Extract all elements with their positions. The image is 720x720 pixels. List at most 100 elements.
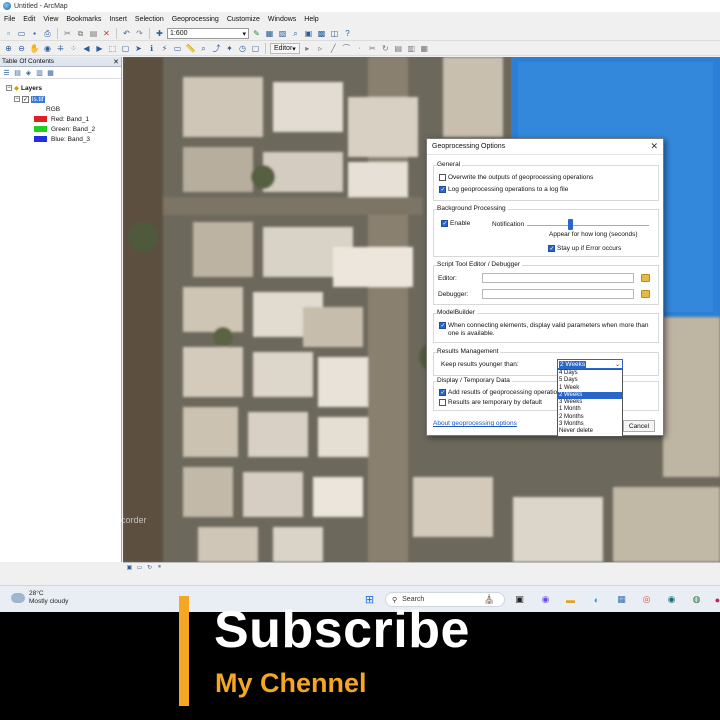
dropdown-option[interactable]: 5 Days [558,377,622,384]
editor-input[interactable] [482,273,634,283]
about-geoprocessing-link[interactable]: About geoprocessing options [433,420,517,427]
edit-annotation-icon[interactable]: ▹ [315,43,326,54]
arctoolbox-icon[interactable]: ▣ [303,28,314,39]
data-view-icon[interactable]: ▣ [126,564,133,571]
fixed-zoom-out-icon[interactable]: ⁘ [68,43,79,54]
dropdown-option[interactable]: 3 Weeks [558,399,622,406]
full-extent-icon[interactable]: ◉ [42,43,53,54]
layer-row[interactable]: − ✓ ls.tif [14,94,45,104]
identify-icon[interactable]: ℹ [146,43,157,54]
catalog-icon[interactable]: ▧ [277,28,288,39]
dropdown-option-selected[interactable]: 2 Weeks [558,391,622,400]
notification-slider-thumb[interactable] [568,219,573,230]
html-popup-icon[interactable]: ▭ [172,43,183,54]
menu-insert[interactable]: Insert [105,16,131,23]
cancel-button[interactable]: Cancel [623,420,655,432]
modelbuilder-checkbox[interactable] [439,322,446,329]
hyperlink-icon[interactable]: ⚡ [159,43,170,54]
map-scale-combo[interactable]: 1:600 ▾ [167,28,249,39]
list-by-selection-icon[interactable]: ▥ [35,68,44,77]
chat-icon[interactable]: ◉ [538,592,553,607]
edit-tool-icon[interactable]: ▸ [302,43,313,54]
sketch-properties-icon[interactable]: ▥ [406,43,417,54]
add-results-checkbox[interactable] [439,389,446,396]
forward-extent-icon[interactable]: ▶ [94,43,105,54]
menu-selection[interactable]: Selection [131,16,168,23]
stay-up-checkbox[interactable] [548,245,555,252]
clear-selection-icon[interactable]: ▢ [120,43,131,54]
list-by-source-icon[interactable]: ▤ [13,68,22,77]
open-icon[interactable]: ▭ [16,28,27,39]
menu-windows[interactable]: Windows [264,16,300,23]
new-map-icon[interactable]: ▫ [3,28,14,39]
print-icon[interactable]: ⎙ [42,28,53,39]
redo-icon[interactable]: ↷ [134,28,145,39]
menu-edit[interactable]: Edit [19,16,39,23]
editor-menu-button[interactable]: Editor ▾ [270,43,300,54]
fixed-zoom-in-icon[interactable]: ⁜ [55,43,66,54]
menu-bookmarks[interactable]: Bookmarks [62,16,105,23]
layers-root-row[interactable]: − ◆ Layers [6,83,42,93]
dropdown-option[interactable]: Never delete [558,428,622,435]
add-data-icon[interactable]: ✚ [154,28,165,39]
overwrite-checkbox[interactable] [439,174,446,181]
table-of-contents-icon[interactable]: ▦ [264,28,275,39]
app-icon[interactable]: ● [710,592,720,607]
save-icon[interactable]: ▪ [29,28,40,39]
collapse-icon[interactable]: − [6,85,12,91]
temporary-checkbox[interactable] [439,399,446,406]
python-window-icon[interactable]: ▩ [316,28,327,39]
folder-icon[interactable] [641,274,650,282]
copy-icon[interactable]: ⧉ [75,28,86,39]
dropdown-option[interactable]: 1 Month [558,406,622,413]
delete-icon[interactable]: ✕ [101,28,112,39]
dropdown-option[interactable]: 2 Months [558,414,622,421]
notification-slider-track[interactable] [527,225,649,226]
go-to-xy-icon[interactable]: ✦ [224,43,235,54]
folder-icon[interactable] [641,290,650,298]
edge-icon[interactable]: ◐ [589,592,604,607]
debugger-input[interactable] [482,289,634,299]
cut-icon[interactable]: ✂ [62,28,73,39]
pan-icon[interactable]: ✋ [29,43,40,54]
keep-results-combo[interactable]: 2 Weeks ⌄ [557,359,623,369]
file-explorer-icon[interactable]: ▬ [563,592,578,607]
back-extent-icon[interactable]: ◀ [81,43,92,54]
menu-geoprocessing[interactable]: Geoprocessing [168,16,223,23]
pause-drawing-icon[interactable]: ⏸ [156,564,163,571]
attributes-icon[interactable]: ▤ [393,43,404,54]
zoom-in-icon[interactable]: ⊕ [3,43,14,54]
menu-view[interactable]: View [39,16,62,23]
log-checkbox[interactable] [439,186,446,193]
layout-view-icon[interactable]: ▭ [136,564,143,571]
task-view-icon[interactable]: ▣ [512,592,527,607]
measure-icon[interactable]: 📏 [185,43,196,54]
arcmap-taskbar-icon[interactable]: ◉ [664,592,679,607]
store-icon[interactable]: ▦ [614,592,629,607]
point-icon[interactable]: ⋅ [354,43,365,54]
close-icon[interactable]: ✕ [650,141,658,152]
refresh-icon[interactable]: ↻ [146,564,153,571]
collapse-icon[interactable]: − [14,96,20,102]
keep-results-dropdown[interactable]: 4 Days 5 Days 1 Week 2 Weeks 3 Weeks 1 M… [557,369,623,437]
options-icon[interactable]: ▦ [46,68,55,77]
enable-checkbox[interactable] [441,220,448,227]
dropdown-option[interactable]: 3 Months [558,421,622,428]
modelbuilder-icon[interactable]: ◫ [329,28,340,39]
time-slider-icon[interactable]: ◷ [237,43,248,54]
search-highlight-icon[interactable]: ⛪ [482,592,497,607]
create-features-icon[interactable]: ▦ [419,43,430,54]
rotate-tool-icon[interactable]: ↻ [380,43,391,54]
select-elements-icon[interactable]: ➤ [133,43,144,54]
close-icon[interactable]: ✕ [113,58,119,66]
split-tool-icon[interactable]: ✂ [367,43,378,54]
paste-icon[interactable]: ▤ [88,28,99,39]
trace-icon[interactable]: ⌒ [341,43,352,54]
editor-toolbar-icon[interactable]: ✎ [251,28,262,39]
find-route-icon[interactable]: ⤴ [211,43,222,54]
list-by-visibility-icon[interactable]: ◈ [24,68,33,77]
menu-file[interactable]: File [0,16,19,23]
search-window-icon[interactable]: ⌕ [290,28,301,39]
dropdown-option[interactable]: 1 Week [558,385,622,392]
menu-help[interactable]: Help [300,16,322,23]
